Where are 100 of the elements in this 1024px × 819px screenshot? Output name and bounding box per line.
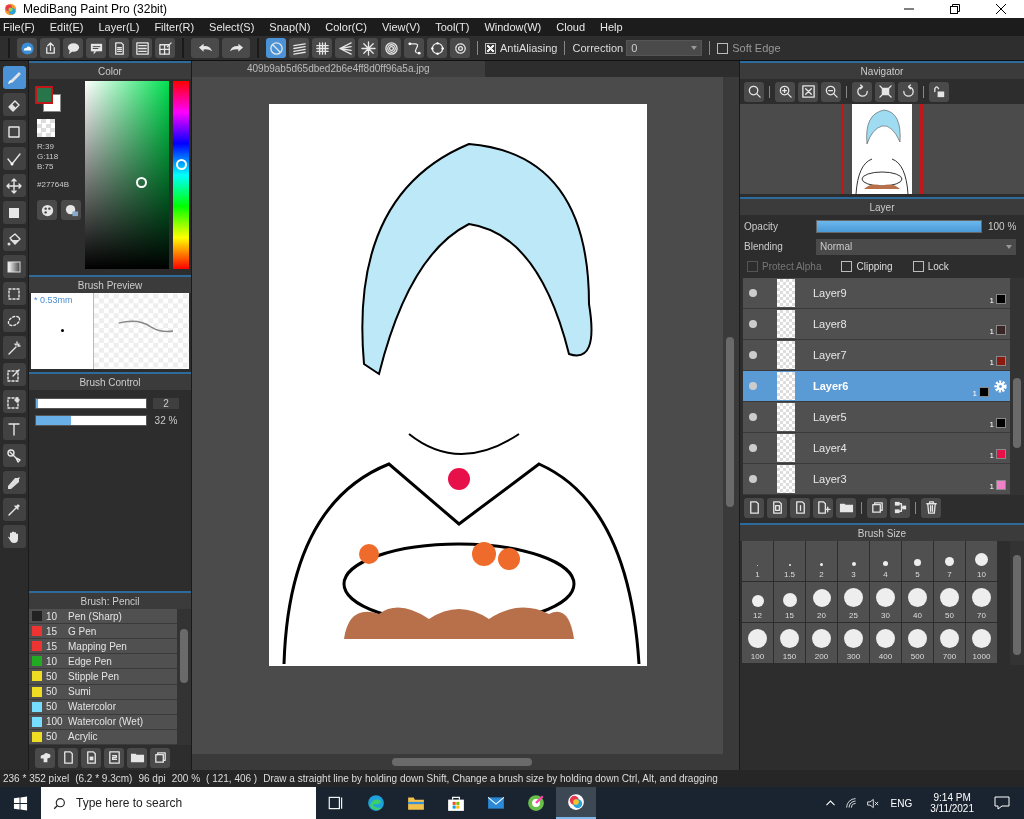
- fit-button[interactable]: [798, 81, 818, 102]
- brush-size-option[interactable]: 100: [742, 623, 773, 663]
- clock[interactable]: 9:14 PM 3/11/2021: [930, 792, 974, 814]
- mail-icon[interactable]: [487, 794, 505, 812]
- brush-size-option[interactable]: 1.5: [774, 541, 805, 581]
- gridedit-button[interactable]: [155, 38, 175, 58]
- folder-icon[interactable]: [407, 794, 425, 812]
- page-button[interactable]: [81, 747, 101, 768]
- brush-size-option[interactable]: 1: [742, 541, 773, 581]
- folder-button[interactable]: [127, 747, 147, 768]
- windows-start-icon[interactable]: [13, 795, 28, 811]
- brush-size-option[interactable]: 25: [838, 582, 869, 622]
- hue-handle[interactable]: [176, 158, 187, 170]
- taskbar-search-field[interactable]: Type here to search: [41, 787, 316, 819]
- transparent-swatch[interactable]: [37, 119, 55, 137]
- muted-speaker-icon[interactable]: [865, 796, 879, 810]
- brush-size-option[interactable]: 70: [966, 582, 997, 622]
- visibility-icon[interactable]: [749, 289, 757, 297]
- correction-dropdown[interactable]: 0: [626, 40, 703, 56]
- visibility-icon[interactable]: [749, 444, 757, 452]
- brush-item[interactable]: 50 Stipple Pen: [29, 669, 177, 685]
- brush-size-option[interactable]: 10: [966, 541, 997, 581]
- rotate-left-button[interactable]: [852, 81, 872, 102]
- unlock-button[interactable]: [929, 81, 949, 102]
- maximize-icon[interactable]: [950, 4, 960, 14]
- brush-size-option[interactable]: 2: [806, 541, 837, 581]
- visibility-icon[interactable]: [749, 351, 757, 359]
- folder-button[interactable]: [836, 497, 856, 518]
- layer-row[interactable]: Layer8 1: [743, 309, 1010, 340]
- layer-row[interactable]: Layer5 1: [743, 402, 1010, 433]
- language-indicator[interactable]: ENG: [890, 797, 913, 809]
- share-button[interactable]: [40, 38, 60, 58]
- brush-size-option[interactable]: 700: [934, 623, 965, 663]
- zoom-button[interactable]: [744, 81, 764, 102]
- menu-item[interactable]: Tool(T): [435, 21, 470, 33]
- trash-button[interactable]: [921, 497, 941, 518]
- brush-item[interactable]: 15 G Pen: [29, 624, 177, 640]
- scrollbar[interactable]: [177, 609, 191, 745]
- snap-curve-button[interactable]: [404, 38, 424, 58]
- brush-size-option[interactable]: 30: [870, 582, 901, 622]
- snap-radial-button[interactable]: [358, 38, 378, 58]
- brush-size-option[interactable]: 400: [870, 623, 901, 663]
- brush-size-option[interactable]: 500: [902, 623, 933, 663]
- brush-size-option[interactable]: 5: [902, 541, 933, 581]
- browser-icon[interactable]: [367, 794, 385, 812]
- rotate-right-button[interactable]: [898, 81, 918, 102]
- zoom-in-button[interactable]: [775, 81, 795, 102]
- checkbox[interactable]: [717, 42, 729, 54]
- redo-button[interactable]: [222, 38, 250, 58]
- snap-concentric-button[interactable]: [381, 38, 401, 58]
- comment-button[interactable]: [86, 38, 106, 58]
- brush-item[interactable]: 10 Pen (Sharp): [29, 609, 177, 625]
- brush-size-option[interactable]: 3: [838, 541, 869, 581]
- brush-size-option[interactable]: 40: [902, 582, 933, 622]
- checkbox[interactable]: [841, 261, 853, 272]
- brush-size-option[interactable]: 300: [838, 623, 869, 663]
- notification-icon[interactable]: [994, 795, 1010, 811]
- brush-size-option[interactable]: 20: [806, 582, 837, 622]
- layer-row[interactable]: Layer3 1: [743, 464, 1010, 495]
- menu-item[interactable]: Filter(R): [154, 21, 195, 33]
- menu-item[interactable]: View(V): [381, 21, 421, 33]
- store-icon[interactable]: [447, 794, 465, 812]
- menu-item[interactable]: Snap(N): [269, 21, 311, 33]
- menu-item[interactable]: File(F): [3, 21, 35, 33]
- copy-button[interactable]: [867, 497, 887, 518]
- color-swatches[interactable]: [35, 86, 61, 112]
- menu-item[interactable]: Edit(E): [49, 21, 84, 33]
- visibility-icon[interactable]: [749, 320, 757, 328]
- menu-item[interactable]: Cloud: [556, 21, 585, 33]
- checkbox[interactable]: [912, 261, 924, 272]
- layer-row[interactable]: Layer7 1: [743, 340, 1010, 371]
- slider-track[interactable]: [35, 398, 147, 409]
- layer-row[interactable]: Layer9 1: [743, 278, 1010, 309]
- brush-size-option[interactable]: 12: [742, 582, 773, 622]
- brush-settings-button[interactable]: [104, 747, 124, 768]
- brush-size-option[interactable]: 150: [774, 623, 805, 663]
- scrollbar[interactable]: [1010, 278, 1024, 495]
- new-page-button[interactable]: [58, 747, 78, 768]
- scrollbar[interactable]: [192, 754, 739, 770]
- snap-grid-button[interactable]: [312, 38, 332, 58]
- wifi-icon[interactable]: [844, 796, 858, 810]
- list-button[interactable]: [132, 38, 152, 58]
- picker-handle[interactable]: [136, 177, 147, 188]
- page-button[interactable]: [790, 497, 810, 518]
- slider-track[interactable]: [35, 415, 147, 426]
- brush-size-option[interactable]: 7: [934, 541, 965, 581]
- snap-off-button[interactable]: [266, 38, 286, 58]
- layer-row[interactable]: Layer4 1: [743, 433, 1010, 464]
- snap-parallel-button[interactable]: [289, 38, 309, 58]
- close-icon[interactable]: [996, 4, 1006, 14]
- merge-button[interactable]: [890, 497, 910, 518]
- speech-button[interactable]: [63, 38, 83, 58]
- scrollbar[interactable]: [1010, 541, 1024, 665]
- scrollbar[interactable]: [723, 77, 739, 754]
- hue-slider[interactable]: [173, 81, 189, 269]
- color-picker-square[interactable]: [85, 81, 169, 269]
- brush-item[interactable]: 15 Mapping Pen: [29, 639, 177, 655]
- brush-size-option[interactable]: 15: [774, 582, 805, 622]
- blending-dropdown[interactable]: Normal: [816, 238, 1016, 255]
- brush-size-option[interactable]: 200: [806, 623, 837, 663]
